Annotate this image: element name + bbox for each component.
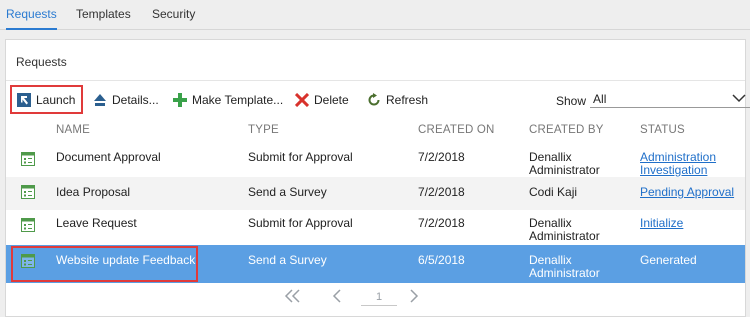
page-number[interactable]: 1: [361, 291, 397, 306]
details-label: Details...: [112, 93, 159, 107]
status-link[interactable]: Initialize: [640, 217, 683, 230]
cell-created-on: 7/2/2018: [418, 150, 465, 164]
launch-icon: [17, 93, 31, 107]
cell-type: Submit for Approval: [248, 216, 353, 230]
form-icon: [21, 218, 35, 232]
delete-x-icon: [295, 93, 309, 107]
cell-name: Idea Proposal: [56, 185, 131, 199]
next-page-icon[interactable]: [409, 289, 419, 308]
chevron-down-icon: [732, 92, 746, 106]
show-label: Show: [556, 94, 587, 108]
header-status[interactable]: STATUS: [640, 124, 685, 136]
refresh-icon: [367, 93, 381, 107]
delete-button[interactable]: Delete: [295, 89, 349, 111]
delete-label: Delete: [314, 93, 349, 107]
previous-page-icon[interactable]: [332, 289, 342, 308]
launch-button[interactable]: Launch: [17, 89, 75, 111]
show-filter: Show All: [556, 88, 750, 108]
header-created-by[interactable]: CREATED BY: [529, 124, 604, 136]
cell-created-on: 7/2/2018: [418, 185, 465, 199]
first-page-icon[interactable]: [284, 289, 302, 308]
make-template-label: Make Template...: [192, 93, 284, 107]
show-select-value: All: [593, 92, 607, 106]
cell-created-by: Codi Kaji: [529, 185, 578, 199]
tab-security[interactable]: Security: [152, 7, 195, 30]
tab-requests[interactable]: Requests: [6, 7, 57, 30]
launch-label: Launch: [36, 93, 76, 107]
show-select[interactable]: All: [590, 88, 750, 108]
cell-name: Document Approval: [56, 150, 161, 164]
header-name[interactable]: NAME: [56, 124, 90, 136]
cell-created-by: Denallix Administrator: [529, 253, 600, 280]
cell-name: Website update Feedback: [56, 253, 196, 267]
cell-name: Leave Request: [56, 216, 137, 230]
panel-title: Requests: [16, 55, 67, 69]
table-row-selected[interactable]: Website update Feedback Send a Survey 6/…: [6, 245, 745, 283]
details-button[interactable]: Details...: [93, 89, 159, 111]
form-icon: [21, 152, 35, 166]
table-row[interactable]: Document Approval Submit for Approval 7/…: [6, 144, 745, 177]
form-icon: [21, 185, 35, 199]
pagination: 1: [6, 286, 745, 311]
cell-created-on: 6/5/2018: [418, 253, 465, 267]
cell-created-by: Denallix Administrator: [529, 150, 600, 177]
table-row[interactable]: Idea Proposal Send a Survey 7/2/2018 Cod…: [6, 177, 745, 210]
cell-created-on: 7/2/2018: [418, 216, 465, 230]
cell-created-by: Denallix Administrator: [529, 216, 600, 243]
tab-bar: Requests Templates Security: [0, 0, 750, 30]
cell-type: Send a Survey: [248, 185, 327, 199]
requests-panel: Requests Launch Details... Make Template…: [5, 39, 750, 317]
header-type[interactable]: TYPE: [248, 124, 279, 136]
divider: [6, 80, 745, 81]
table-row[interactable]: Leave Request Submit for Approval 7/2/20…: [6, 210, 745, 243]
status-link[interactable]: Pending Approval: [640, 186, 734, 199]
plus-icon: [173, 93, 187, 107]
make-template-button[interactable]: Make Template...: [173, 89, 283, 111]
tab-templates[interactable]: Templates: [76, 7, 131, 30]
upload-arrow-icon: [93, 93, 107, 107]
cell-type: Send a Survey: [248, 253, 327, 267]
status-text: Generated: [640, 253, 697, 267]
toolbar: Launch Details... Make Template... Delet…: [6, 84, 750, 116]
refresh-button[interactable]: Refresh: [367, 89, 428, 111]
table-header: NAME TYPE CREATED ON CREATED BY STATUS: [6, 120, 745, 140]
refresh-label: Refresh: [386, 93, 429, 107]
status-link[interactable]: Administration Investigation: [640, 151, 735, 177]
header-created-on[interactable]: CREATED ON: [418, 124, 495, 136]
form-icon: [21, 254, 35, 268]
cell-type: Submit for Approval: [248, 150, 353, 164]
